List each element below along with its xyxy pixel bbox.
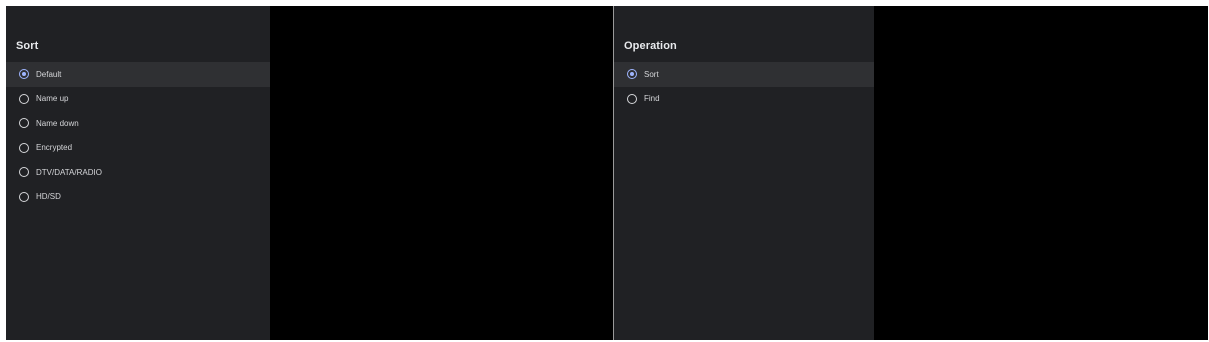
operation-option-label: Sort bbox=[644, 69, 659, 79]
left-screen: Sort Default Name up Name down Encrypted… bbox=[6, 6, 613, 340]
operation-menu-title: Operation bbox=[624, 40, 677, 52]
sort-option-label: Encrypted bbox=[36, 143, 73, 153]
sort-menu-title: Sort bbox=[16, 40, 39, 52]
operation-option-label: Find bbox=[644, 94, 660, 104]
sort-menu-panel: Sort Default Name up Name down Encrypted… bbox=[6, 6, 270, 340]
radio-unchecked-icon bbox=[19, 167, 29, 178]
sort-option-label: Name down bbox=[36, 118, 79, 128]
right-screen: Operation Sort Find bbox=[614, 6, 1208, 340]
sort-option-default[interactable]: Default bbox=[6, 62, 270, 87]
radio-unchecked-icon bbox=[627, 93, 637, 104]
sort-options-list: Default Name up Name down Encrypted DTV/… bbox=[6, 62, 270, 209]
sort-option-label: Name up bbox=[36, 94, 69, 104]
radio-unchecked-icon bbox=[19, 118, 29, 129]
radio-checked-icon bbox=[627, 69, 637, 80]
sort-option-hd-sd[interactable]: HD/SD bbox=[6, 185, 270, 210]
sort-option-label: HD/SD bbox=[36, 192, 61, 202]
radio-dot bbox=[630, 72, 634, 77]
sort-option-name-down[interactable]: Name down bbox=[6, 111, 270, 136]
operation-option-sort[interactable]: Sort bbox=[614, 62, 874, 87]
operation-option-find[interactable]: Find bbox=[614, 87, 874, 112]
operation-menu-panel: Operation Sort Find bbox=[614, 6, 874, 340]
radio-unchecked-icon bbox=[19, 93, 29, 104]
sort-option-name-up[interactable]: Name up bbox=[6, 87, 270, 112]
sort-option-label: DTV/DATA/RADIO bbox=[36, 167, 102, 177]
sort-option-encrypted[interactable]: Encrypted bbox=[6, 136, 270, 161]
operation-options-list: Sort Find bbox=[614, 62, 874, 111]
sort-option-label: Default bbox=[36, 69, 62, 79]
radio-dot bbox=[22, 72, 26, 77]
radio-checked-icon bbox=[19, 69, 29, 80]
radio-unchecked-icon bbox=[19, 191, 29, 202]
radio-unchecked-icon bbox=[19, 142, 29, 153]
sort-option-dtv-data-radio[interactable]: DTV/DATA/RADIO bbox=[6, 160, 270, 185]
